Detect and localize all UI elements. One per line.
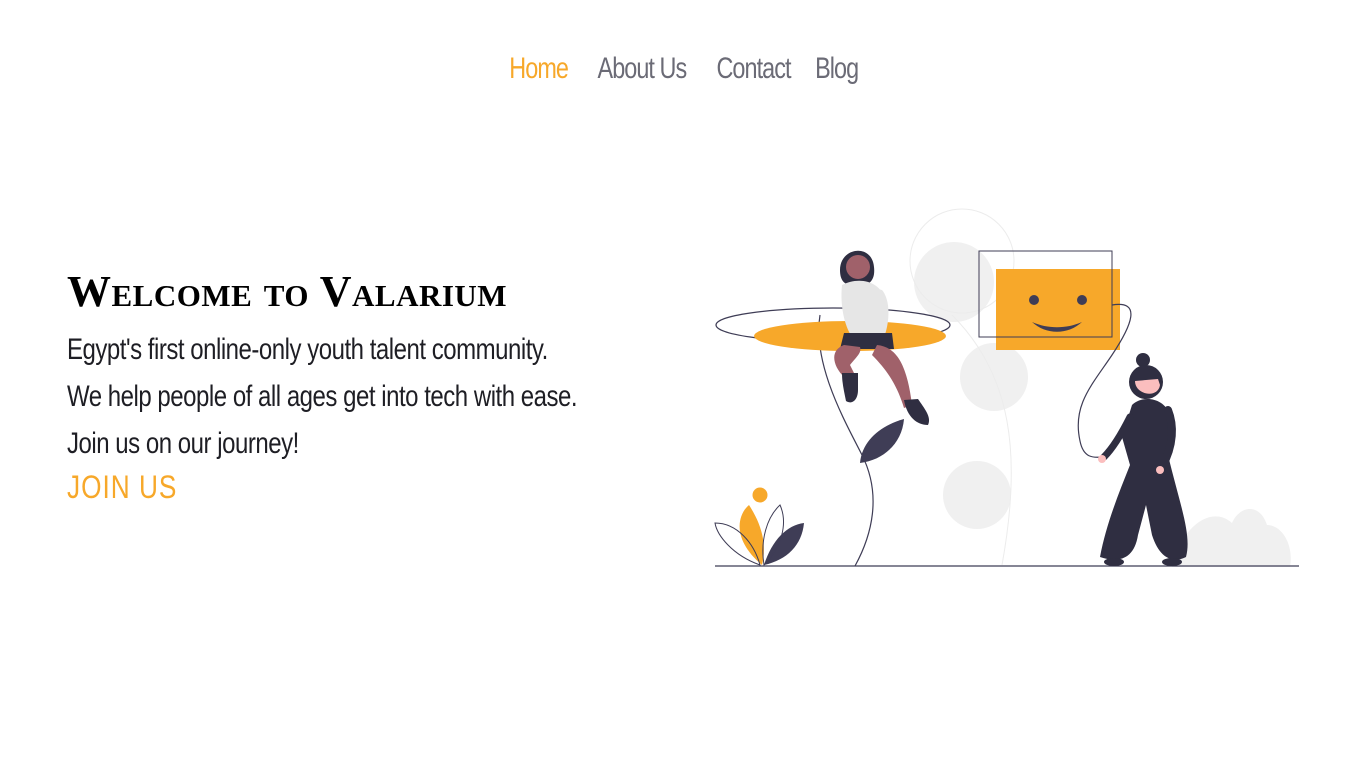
hero-tagline: Egypt's first online-only youth talent c… (67, 326, 667, 467)
chat-eye-right (1077, 295, 1087, 305)
woman2-bun (1136, 353, 1150, 367)
woman2-hand-right (1156, 466, 1164, 474)
woman2-hand-left (1098, 455, 1106, 463)
nav-blog-link[interactable]: Blog (815, 52, 859, 86)
woman2-shoe-left (1104, 558, 1124, 566)
people-chat-illustration (714, 208, 1299, 567)
hero-section: Welcome to Valarium Egypt's first online… (67, 270, 667, 506)
tagline-line-3: Join us on our journey! (67, 427, 299, 460)
join-us-button[interactable]: JOIN US (67, 469, 177, 506)
chat-eye-left (1029, 295, 1039, 305)
bush-shape (1172, 509, 1291, 567)
chat-box-fill (996, 269, 1120, 350)
tagline-line-2: We help people of all ages get into tech… (67, 380, 578, 413)
plant-leaf (860, 419, 904, 463)
bg-circle-4 (943, 461, 1011, 529)
flower-bud (752, 487, 768, 503)
nav-home-link[interactable]: Home (510, 52, 570, 86)
woman2-shoe-right (1162, 558, 1182, 566)
main-nav: Home About Us Contact Blog (0, 52, 1366, 86)
woman1-leg-right (872, 345, 912, 408)
woman1-shoe-left (842, 373, 858, 403)
hero-title: Welcome to Valarium (67, 267, 508, 316)
woman1-face (846, 255, 870, 279)
nav-about-link[interactable]: About Us (597, 52, 687, 86)
nav-contact-link[interactable]: Contact (717, 52, 792, 86)
tagline-line-1: Egypt's first online-only youth talent c… (67, 333, 548, 366)
woman1-shoe-right (904, 399, 930, 425)
bg-circle-1 (914, 242, 994, 322)
